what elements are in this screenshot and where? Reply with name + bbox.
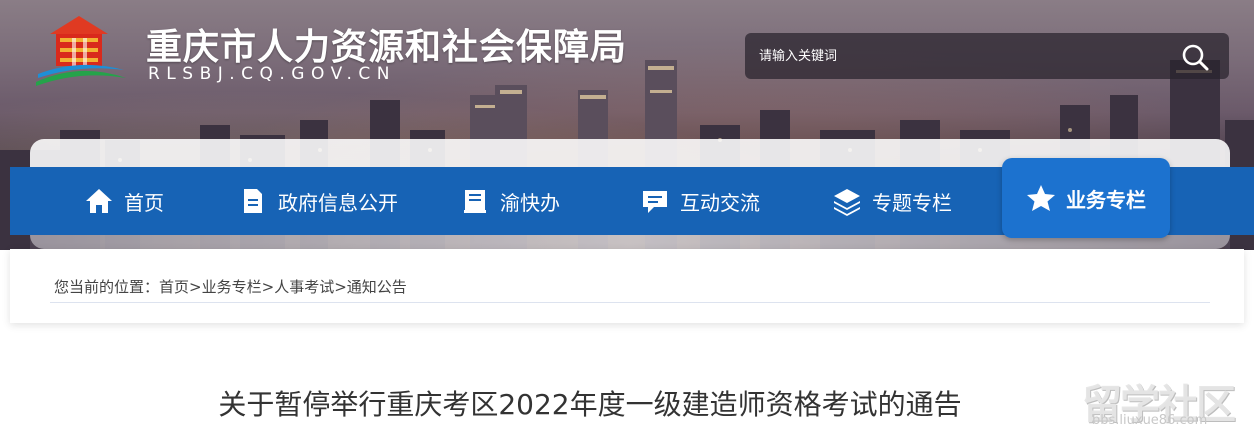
search-input[interactable]	[759, 45, 1159, 67]
temple-logo-icon	[36, 16, 126, 86]
article-title: 关于暂停举行重庆考区2022年度一级建造师资格考试的通告	[218, 388, 962, 421]
search-icon[interactable]	[1180, 42, 1210, 72]
nav-item-label: 政府信息公开	[278, 190, 398, 215]
search-box	[745, 33, 1229, 79]
nav-item-interaction[interactable]: 互动交流	[640, 167, 760, 235]
nav-item-business[interactable]: 业务专栏	[1002, 158, 1170, 238]
site-domain: RLSBJ.CQ.GOV.CN	[148, 64, 396, 84]
breadcrumb: 您当前的位置：首页>业务专栏>人事考试>通知公告	[54, 276, 407, 297]
book-icon	[460, 186, 490, 216]
breadcrumb-notice-link[interactable]: 通知公告	[347, 278, 407, 296]
nav-item-label: 业务专栏	[1066, 187, 1146, 212]
breadcrumb-separator: >	[334, 278, 347, 296]
nav-item-label: 互动交流	[680, 190, 760, 215]
nav-item-home[interactable]: 首页	[84, 167, 164, 235]
nav-item-yukuaiban[interactable]: 渝快办	[460, 167, 560, 235]
breadcrumb-separator: >	[261, 278, 275, 296]
chat-icon	[640, 186, 670, 216]
home-icon	[84, 186, 114, 216]
site-title: 重庆市人力资源和社会保障局	[146, 27, 628, 68]
nav-item-topics[interactable]: 专题专栏	[832, 167, 952, 235]
breadcrumb-separator: >	[189, 278, 202, 296]
breadcrumb-exam-link[interactable]: 人事考试	[274, 278, 334, 296]
breadcrumb-prefix: 您当前的位置：	[54, 278, 160, 296]
watermark-url: bbs.liuxue86.com	[1092, 413, 1208, 428]
breadcrumb-divider	[50, 302, 1210, 303]
nav-item-label: 渝快办	[500, 190, 560, 215]
breadcrumb-business-link[interactable]: 业务专栏	[202, 278, 262, 296]
nav-item-label: 首页	[124, 190, 164, 215]
breadcrumb-home-link[interactable]: 首页	[159, 278, 189, 296]
nav-item-label: 专题专栏	[872, 190, 952, 215]
document-icon	[238, 186, 268, 216]
star-icon	[1026, 183, 1056, 213]
nav-item-gov-info[interactable]: 政府信息公开	[238, 167, 398, 235]
layers-icon	[832, 186, 862, 216]
